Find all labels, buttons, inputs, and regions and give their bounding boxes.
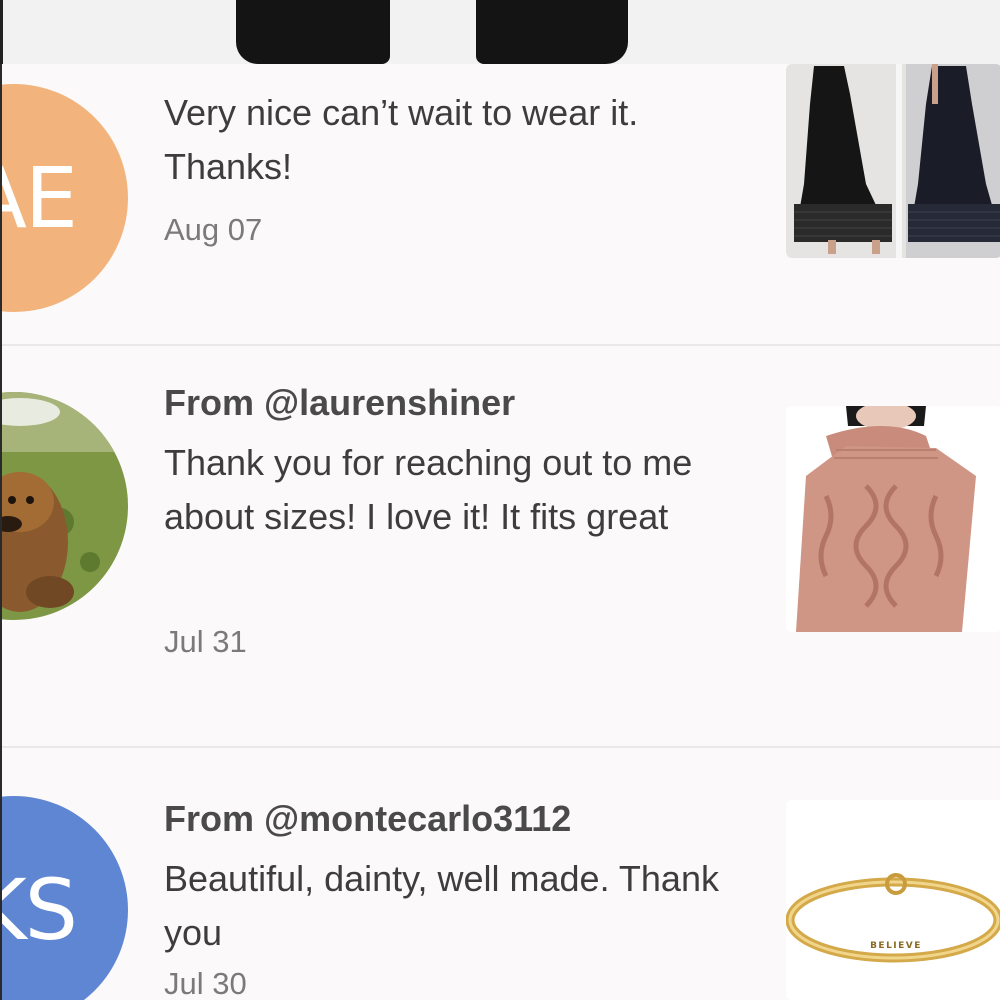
- review-item[interactable]: From @laurenshiner Thank you for reachin…: [2, 346, 1000, 746]
- avatar[interactable]: KS: [2, 796, 128, 1000]
- review-message: Thank you for reaching out to me about s…: [164, 442, 693, 537]
- avatar-initials: KS: [2, 861, 78, 959]
- review-item[interactable]: KS From @montecarlo3112 Beautiful, daint…: [2, 748, 1000, 1000]
- reviewer-username[interactable]: From @montecarlo3112: [164, 798, 571, 840]
- review-date: Jul 30: [164, 966, 247, 1000]
- review-message: Beautiful, dainty, well made. Thank you: [164, 858, 719, 953]
- review-feed[interactable]: AE Very nice can’t wait to wear it. Than…: [0, 64, 1000, 1000]
- avatar[interactable]: [2, 392, 128, 620]
- photo-edge: [0, 0, 3, 64]
- top-product-photo[interactable]: [0, 0, 1000, 64]
- reviewer-username[interactable]: From @laurenshiner: [164, 382, 515, 424]
- pink-cable-knit-sweater-photo-icon: [786, 406, 1000, 632]
- gold-bangle-bracelet-photo-icon: BELIEVE: [786, 800, 1000, 1000]
- photo-shorts-left: [236, 0, 390, 64]
- review-date: Jul 31: [164, 624, 247, 659]
- avatar-initials: AE: [2, 149, 78, 247]
- black-maxi-dress-photo-icon: [786, 64, 1000, 258]
- review-message: Very nice can’t wait to wear it. Thanks!: [164, 92, 639, 187]
- avatar[interactable]: AE: [2, 84, 128, 312]
- review-item[interactable]: AE Very nice can’t wait to wear it. Than…: [2, 64, 1000, 344]
- photo-shorts-right: [476, 0, 628, 64]
- review-date: Aug 07: [164, 212, 263, 247]
- product-thumbnail[interactable]: [786, 64, 1000, 258]
- product-thumbnail[interactable]: BELIEVE: [786, 800, 1000, 1000]
- bracelet-engraving: BELIEVE: [870, 941, 922, 951]
- product-thumbnail[interactable]: [786, 406, 1000, 632]
- dog-photo-icon: [2, 392, 128, 620]
